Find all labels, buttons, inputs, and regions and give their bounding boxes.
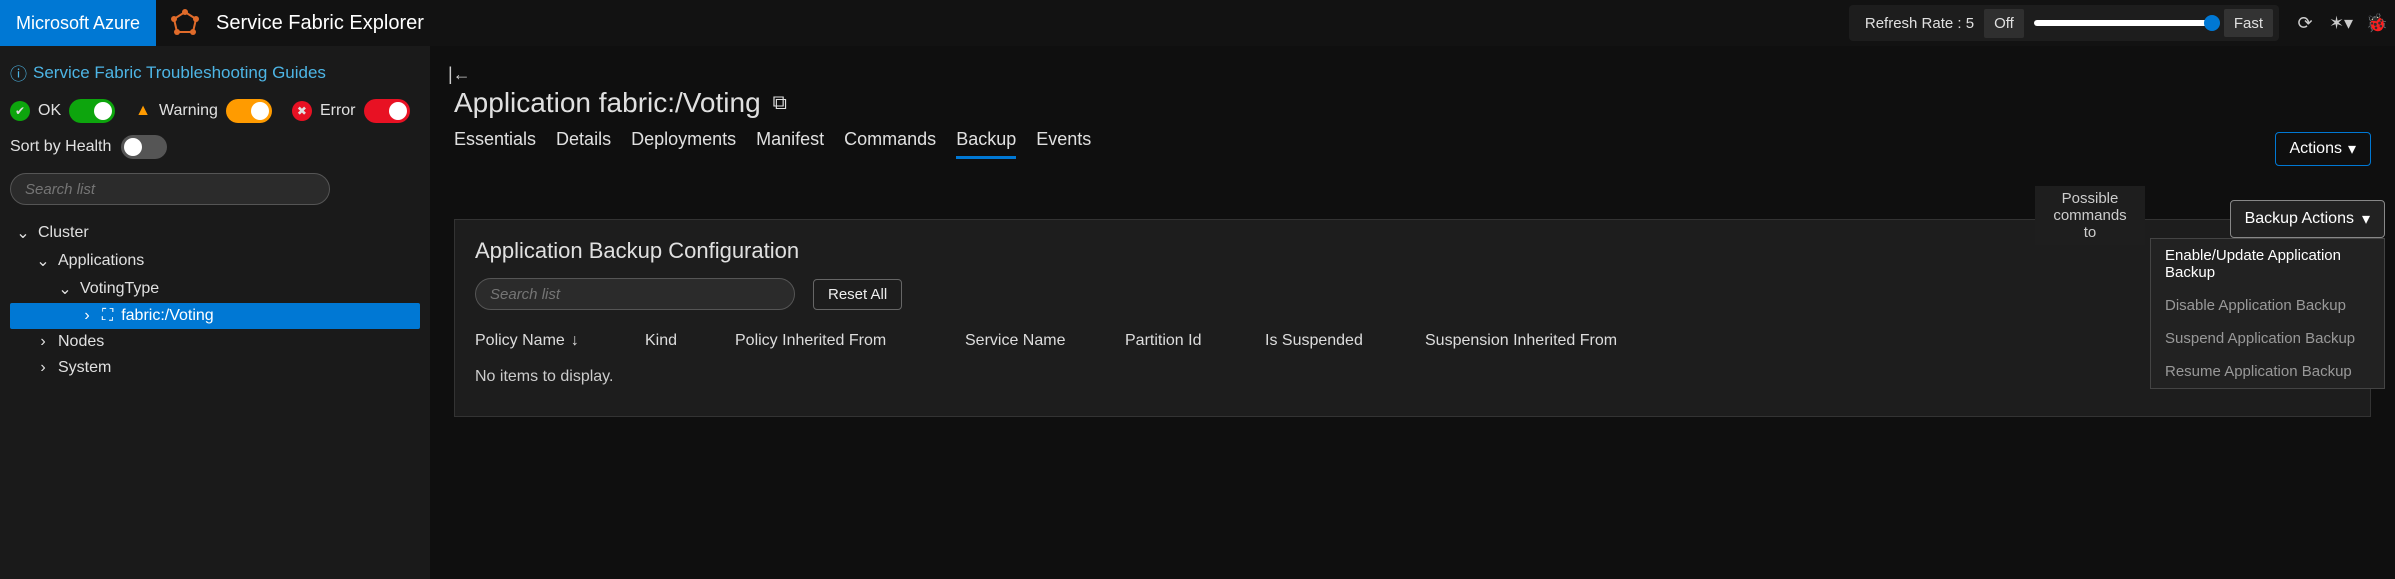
table-header: Policy Name ↓ Kind Policy Inherited From… bbox=[475, 332, 2350, 350]
caret-down-icon: ▾ bbox=[2348, 139, 2356, 159]
bug-icon[interactable]: 🐞 bbox=[2359, 5, 2395, 41]
col-policy-name[interactable]: Policy Name ↓ bbox=[475, 332, 645, 350]
filter-ok[interactable]: ✔ OK bbox=[10, 99, 115, 123]
col-kind[interactable]: Kind bbox=[645, 332, 735, 350]
tree-nodes[interactable]: › Nodes bbox=[10, 329, 420, 355]
tree-label: VotingType bbox=[80, 280, 159, 298]
troubleshoot-label: Service Fabric Troubleshooting Guides bbox=[33, 63, 326, 83]
tree-voting-selected[interactable]: › ⛶ fabric:/Voting bbox=[10, 303, 420, 329]
top-bar: Microsoft Azure Service Fabric Explorer … bbox=[0, 0, 2395, 46]
backup-actions-button[interactable]: Backup Actions ▾ bbox=[2230, 200, 2385, 238]
tree-label: fabric:/Voting bbox=[121, 307, 214, 325]
expand-icon: ⛶ bbox=[102, 307, 113, 325]
copy-icon[interactable]: ⧉ bbox=[773, 92, 787, 115]
refresh-controls: Refresh Rate : 5 Off Fast bbox=[1849, 5, 2279, 41]
refresh-slider[interactable] bbox=[2034, 20, 2214, 26]
sort-down-icon: ↓ bbox=[571, 332, 579, 350]
filter-error[interactable]: ✖ Error bbox=[292, 99, 410, 123]
refresh-fast-button[interactable]: Fast bbox=[2224, 9, 2273, 37]
tab-manifest[interactable]: Manifest bbox=[756, 129, 824, 159]
error-label: Error bbox=[320, 102, 356, 120]
backup-config-panel: Application Backup Configuration Reset A… bbox=[454, 219, 2371, 417]
error-icon: ✖ bbox=[292, 101, 312, 121]
empty-message: No items to display. bbox=[475, 368, 2350, 386]
tree-label: Applications bbox=[58, 252, 144, 270]
chevron-right-icon: › bbox=[80, 307, 94, 325]
error-toggle[interactable] bbox=[364, 99, 410, 123]
chevron-down-icon: ⌄ bbox=[36, 251, 50, 271]
cluster-tree: ⌄ Cluster ⌄ Applications ⌄ VotingType › ⛶ f… bbox=[10, 219, 420, 381]
ok-label: OK bbox=[38, 102, 61, 120]
tabs: Essentials Details Deployments Manifest … bbox=[454, 129, 2371, 159]
col-label: Policy Name bbox=[475, 332, 565, 350]
refresh-off-button[interactable]: Off bbox=[1984, 9, 2024, 38]
tab-backup[interactable]: Backup bbox=[956, 129, 1016, 159]
backup-actions-dropdown: Enable/Update Application Backup Disable… bbox=[2150, 238, 2385, 389]
dd-enable-backup[interactable]: Enable/Update Application Backup bbox=[2151, 239, 2384, 289]
ok-toggle[interactable] bbox=[69, 99, 115, 123]
actions-button[interactable]: Actions ▾ bbox=[2275, 132, 2372, 166]
sidebar: ⓘ Service Fabric Troubleshooting Guides … bbox=[0, 46, 430, 579]
caret-down-icon: ▾ bbox=[2362, 209, 2370, 229]
sort-label: Sort by Health bbox=[10, 138, 111, 156]
tree-applications[interactable]: ⌄ Applications bbox=[10, 247, 420, 275]
dd-disable-backup[interactable]: Disable Application Backup bbox=[2151, 289, 2384, 322]
info-icon: ⓘ bbox=[10, 60, 27, 85]
title-prefix: Application bbox=[454, 87, 591, 118]
tab-deployments[interactable]: Deployments bbox=[631, 129, 736, 159]
warning-icon: ▲ bbox=[135, 102, 151, 120]
warning-toggle[interactable] bbox=[226, 99, 272, 123]
tab-essentials[interactable]: Essentials bbox=[454, 129, 536, 159]
refresh-rate-label: Refresh Rate : 5 bbox=[1855, 15, 1984, 32]
chevron-down-icon: ⌄ bbox=[16, 223, 30, 243]
filter-warning[interactable]: ▲ Warning bbox=[135, 99, 272, 123]
col-policy-inherited[interactable]: Policy Inherited From bbox=[735, 332, 965, 350]
reset-all-button[interactable]: Reset All bbox=[813, 279, 902, 310]
main-content: |← Application fabric:/Voting ⧉ Essentia… bbox=[430, 46, 2395, 579]
panel-search-input[interactable] bbox=[475, 278, 795, 310]
slider-knob[interactable] bbox=[2204, 15, 2220, 31]
page-title: Application fabric:/Voting ⧉ bbox=[454, 87, 2371, 119]
tab-events[interactable]: Events bbox=[1036, 129, 1091, 159]
col-suspension-inherited[interactable]: Suspension Inherited From bbox=[1425, 332, 1645, 350]
ok-icon: ✔ bbox=[10, 101, 30, 121]
app-title: Service Fabric Explorer bbox=[216, 12, 424, 35]
tree-label: System bbox=[58, 359, 111, 377]
sf-logo-icon bbox=[170, 8, 200, 38]
backup-actions-label: Backup Actions bbox=[2245, 210, 2354, 228]
status-filters: ✔ OK ▲ Warning ✖ Error bbox=[10, 99, 420, 123]
settings-icon[interactable]: ✶▾ bbox=[2323, 5, 2359, 41]
actions-label: Actions bbox=[2290, 140, 2342, 158]
sort-by-health[interactable]: Sort by Health bbox=[10, 135, 420, 159]
col-service-name[interactable]: Service Name bbox=[965, 332, 1125, 350]
commands-tooltip: Possible commands to bbox=[2035, 186, 2145, 245]
sidebar-search-input[interactable] bbox=[10, 173, 330, 205]
chevron-right-icon: › bbox=[36, 333, 50, 351]
tree-label: Cluster bbox=[38, 224, 89, 242]
refresh-icon[interactable]: ⟳ bbox=[2287, 5, 2323, 41]
dd-resume-backup[interactable]: Resume Application Backup bbox=[2151, 355, 2384, 388]
dd-suspend-backup[interactable]: Suspend Application Backup bbox=[2151, 322, 2384, 355]
col-is-suspended[interactable]: Is Suspended bbox=[1265, 332, 1425, 350]
tree-label: Nodes bbox=[58, 333, 104, 351]
warning-label: Warning bbox=[159, 102, 218, 120]
tree-system[interactable]: › System bbox=[10, 355, 420, 381]
chevron-right-icon: › bbox=[36, 359, 50, 377]
sort-toggle[interactable] bbox=[121, 135, 167, 159]
tab-commands[interactable]: Commands bbox=[844, 129, 936, 159]
tab-details[interactable]: Details bbox=[556, 129, 611, 159]
tree-cluster[interactable]: ⌄ Cluster bbox=[10, 219, 420, 247]
back-arrow-icon[interactable]: |← bbox=[448, 64, 2371, 85]
col-partition-id[interactable]: Partition Id bbox=[1125, 332, 1265, 350]
title-value: fabric:/Voting bbox=[599, 87, 761, 118]
tree-votingtype[interactable]: ⌄ VotingType bbox=[10, 275, 420, 303]
troubleshoot-link[interactable]: ⓘ Service Fabric Troubleshooting Guides bbox=[10, 60, 420, 85]
azure-brand[interactable]: Microsoft Azure bbox=[0, 0, 156, 46]
chevron-down-icon: ⌄ bbox=[58, 279, 72, 299]
